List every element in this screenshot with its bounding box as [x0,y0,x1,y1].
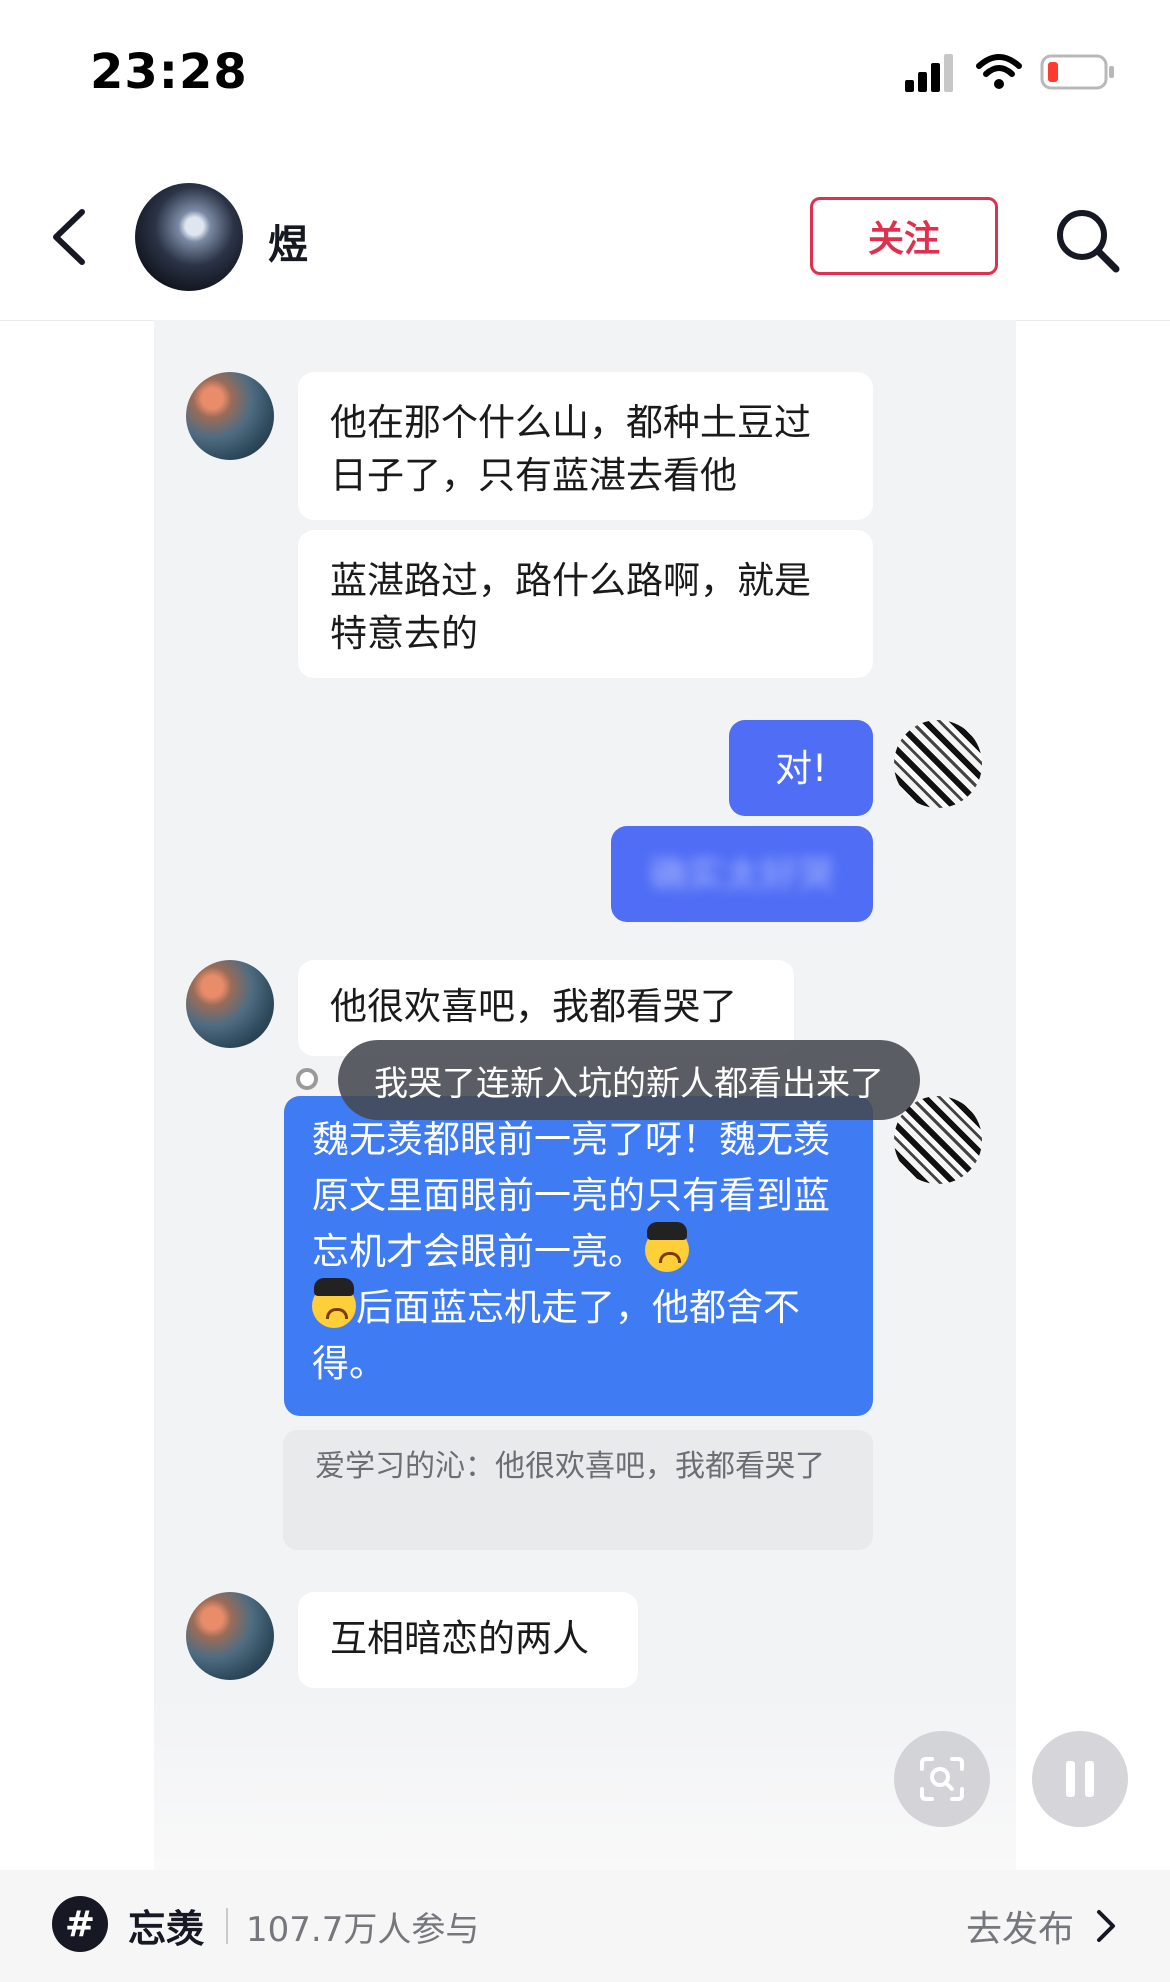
scan-button[interactable] [894,1731,990,1827]
chat-bubble-incoming: 蓝湛路过，路什么路啊，就是特意去的 [298,530,873,678]
avatar [186,1592,274,1680]
status-time: 23:28 [90,44,248,100]
chat-bubble-outgoing-blurred: 确实太好哭 [611,826,873,922]
signal-icon [905,54,953,92]
chat-bubble-incoming: 互相暗恋的两人 [298,1592,638,1688]
chat-fade [154,1700,1016,1870]
wifi-icon [976,54,1022,89]
status-bar: 23:28 [0,0,1170,150]
crying-emoji-icon [312,1278,356,1328]
topic-participants: 107.7万人参与 [246,1910,480,1950]
scan-icon [920,1757,964,1801]
back-icon[interactable] [40,202,100,272]
avatar [186,960,274,1048]
pause-icon [1066,1761,1094,1797]
long-reply-text: 魏无羡都眼前一亮了呀！魏无羡原文里面眼前一亮的只有看到蓝忘机才会眼前一亮。 [312,1118,830,1273]
profile-avatar[interactable] [135,183,243,291]
blurred-text: 确实太好哭 [649,852,835,896]
chat-bubble-outgoing: 对! [729,720,873,816]
battery-icon [1040,54,1114,90]
pause-button[interactable] [1032,1731,1128,1827]
search-icon[interactable] [1052,205,1122,275]
quoted-reply: 爱学习的沁：他很欢喜吧，我都看哭了 [283,1430,873,1550]
follow-button[interactable]: 关注 [810,197,998,275]
publish-link[interactable]: 去发布 [966,1900,1074,1952]
topic-divider [226,1908,228,1944]
crying-emoji-icon [645,1222,689,1272]
topic-bar[interactable]: # 忘羡 107.7万人参与 去发布 [0,1870,1170,1982]
chat-bubble-incoming: 他在那个什么山，都种土豆过日子了，只有蓝湛去看他 [298,372,873,520]
long-reply-text: 后面蓝忘机走了，他都舍不得。 [312,1286,800,1385]
avatar [894,720,982,808]
hashtag-icon: # [52,1896,108,1952]
chevron-right-icon[interactable] [1094,1908,1118,1944]
topic-name[interactable]: 忘羡 [128,1898,204,1953]
danmaku-marker [296,1068,318,1090]
profile-name[interactable]: 煜 [268,212,308,270]
chat-bubble-outgoing-long: 魏无羡都眼前一亮了呀！魏无羡原文里面眼前一亮的只有看到蓝忘机才会眼前一亮。 后面… [284,1096,873,1416]
avatar [186,372,274,460]
danmaku-comment[interactable]: 我哭了连新入坑的新人都看出来了 [338,1040,920,1120]
profile-header: 煜 关注 [0,150,1170,321]
